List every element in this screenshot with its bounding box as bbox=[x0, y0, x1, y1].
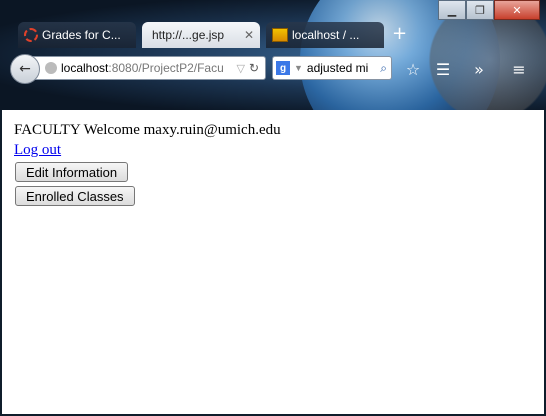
minimize-button[interactable]: ▁ bbox=[438, 0, 466, 20]
search-box[interactable]: g ▼ adjusted mi ⌕ bbox=[272, 56, 392, 80]
edit-information-button[interactable]: Edit Information bbox=[15, 162, 129, 182]
reload-icon[interactable]: ↻ bbox=[249, 61, 259, 75]
tab-jsp-page[interactable]: http://...ge.jsp ✕ bbox=[142, 22, 260, 48]
url-bar[interactable]: localhost :8080/ProjectP2/Facu ▽ ↻ bbox=[30, 56, 266, 80]
close-tab-icon[interactable]: ✕ bbox=[244, 28, 254, 42]
search-input[interactable]: adjusted mi bbox=[307, 61, 380, 75]
tab-label: http://...ge.jsp bbox=[152, 28, 225, 42]
site-identity-icon[interactable] bbox=[45, 62, 57, 74]
url-dropdown-icon[interactable]: ▽ bbox=[236, 62, 244, 75]
logout-link[interactable]: Log out bbox=[14, 142, 61, 159]
tab-grades[interactable]: Grades for C... bbox=[18, 22, 136, 48]
back-button[interactable]: ← bbox=[10, 54, 40, 84]
tab-phpmyadmin[interactable]: localhost / ... bbox=[266, 22, 384, 48]
enrolled-classes-button[interactable]: Enrolled Classes bbox=[15, 186, 135, 206]
tab-strip: Grades for C... http://...ge.jsp ✕ local… bbox=[18, 18, 407, 48]
bookmark-star-icon[interactable]: ☆ bbox=[402, 58, 424, 80]
menu-icon[interactable]: ≡ bbox=[508, 58, 530, 80]
overflow-chevron-icon[interactable]: » bbox=[468, 58, 490, 80]
tab-label: localhost / ... bbox=[292, 28, 360, 42]
role-label: FACULTY bbox=[14, 122, 81, 138]
tab-label: Grades for C... bbox=[42, 28, 121, 42]
welcome-line: FACULTY Welcome maxy.ruin@umich.edu bbox=[14, 122, 281, 139]
google-search-engine-icon[interactable]: g bbox=[276, 61, 290, 75]
bookmarks-list-icon[interactable]: ☰ bbox=[432, 58, 454, 80]
page-content: FACULTY Welcome maxy.ruin@umich.edu Log … bbox=[2, 110, 544, 414]
maximize-button[interactable]: ❐ bbox=[466, 0, 494, 20]
browser-chrome: ▁ ❐ ✕ Grades for C... http://...ge.jsp ✕… bbox=[0, 0, 546, 110]
search-icon[interactable]: ⌕ bbox=[380, 61, 387, 76]
new-tab-button[interactable]: + bbox=[392, 23, 407, 44]
close-window-button[interactable]: ✕ bbox=[494, 0, 540, 20]
navigation-bar: localhost :8080/ProjectP2/Facu ▽ ↻ ← g ▼… bbox=[0, 48, 546, 88]
window-controls: ▁ ❐ ✕ bbox=[438, 0, 540, 20]
url-host: localhost bbox=[61, 61, 109, 75]
user-email: maxy.ruin@umich.edu bbox=[143, 122, 281, 138]
firefox-dashed-circle-icon bbox=[24, 28, 38, 42]
url-path: :8080/ProjectP2/Facu bbox=[108, 61, 224, 75]
welcome-text: Welcome bbox=[83, 122, 140, 138]
browser-window: ▁ ❐ ✕ Grades for C... http://...ge.jsp ✕… bbox=[0, 0, 546, 416]
search-engine-dropdown-icon[interactable]: ▼ bbox=[294, 63, 303, 73]
phpmyadmin-icon bbox=[272, 28, 288, 42]
